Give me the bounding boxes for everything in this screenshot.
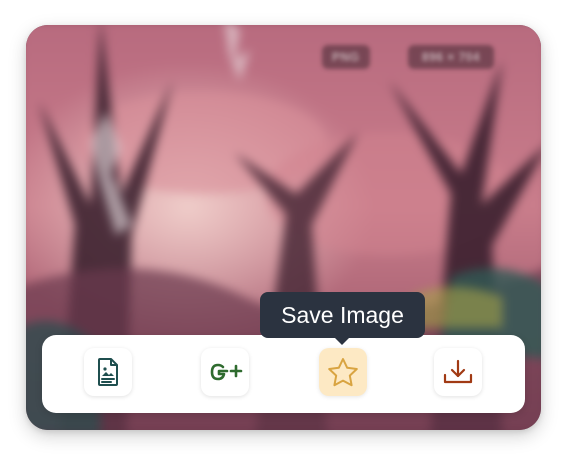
tooltip-arrow <box>334 337 350 345</box>
image-card: PNG 896 × 704 <box>26 25 541 430</box>
document-button[interactable] <box>84 348 132 396</box>
download-button[interactable] <box>434 348 482 396</box>
download-icon <box>443 359 473 384</box>
action-toolbar <box>42 335 525 413</box>
google-plus-icon <box>210 363 243 381</box>
format-badge: PNG <box>322 45 370 69</box>
dimensions-badge: 896 × 704 <box>408 45 494 69</box>
document-icon <box>98 358 118 386</box>
google-plus-button[interactable] <box>201 348 249 396</box>
save-image-button[interactable] <box>319 348 367 396</box>
save-image-tooltip: Save Image <box>260 292 425 338</box>
star-icon <box>328 358 358 387</box>
